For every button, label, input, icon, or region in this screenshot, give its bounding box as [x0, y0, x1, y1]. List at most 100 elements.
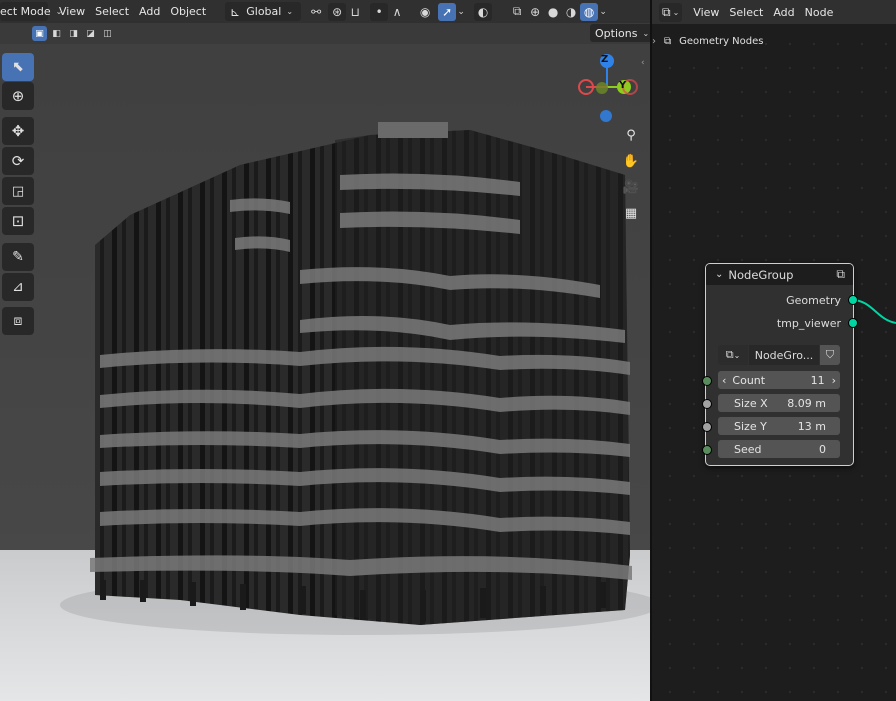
- output-tmp-viewer-socket[interactable]: [848, 318, 858, 328]
- camera-icon[interactable]: 🎥: [619, 175, 643, 199]
- group-name-field[interactable]: NodeGro...: [749, 345, 819, 365]
- input-size-x-field[interactable]: Size X 8.09 m: [718, 394, 840, 412]
- tool-transform[interactable]: ⊡: [2, 207, 34, 235]
- breadcrumb: › ⧉ Geometry Nodes: [652, 33, 764, 49]
- select-subtract-icon[interactable]: ◨: [66, 26, 81, 41]
- menu-view[interactable]: View: [54, 2, 90, 21]
- chevron-down-icon: ⌄: [642, 28, 650, 38]
- add-cube-icon: ⧈: [13, 313, 23, 329]
- tool-measure[interactable]: ⊿: [2, 273, 34, 301]
- node-tree-icon: ⧉: [725, 348, 734, 361]
- move-icon: ✥: [11, 122, 25, 140]
- selection-mode-group: ▣ ◧ ◨ ◪ ◫: [32, 26, 115, 41]
- axis-z-label: Z: [601, 54, 609, 65]
- node-editor-header: ⧉ ⌄ View Select Add Node: [652, 0, 896, 24]
- select-new-icon[interactable]: ▣: [32, 26, 47, 41]
- visibility-icon[interactable]: ◉: [416, 3, 434, 21]
- tool-add-cube[interactable]: ⧈: [2, 307, 34, 335]
- output-geometry-socket[interactable]: [848, 295, 858, 305]
- input-size-x-socket[interactable]: [702, 399, 712, 409]
- chevron-down-icon: ⌄: [733, 350, 741, 360]
- proportional-edit-icon[interactable]: •: [370, 2, 389, 21]
- menu-object[interactable]: Object: [165, 2, 211, 21]
- pan-hand-icon[interactable]: ✋: [619, 149, 643, 173]
- snap-icon[interactable]: ⊛: [328, 2, 347, 21]
- shading-solid-icon[interactable]: ●: [544, 3, 562, 21]
- tool-cursor[interactable]: ⊕: [2, 82, 34, 110]
- decrement-arrow-icon[interactable]: ‹: [722, 374, 726, 387]
- node-header[interactable]: ⌄ NodeGroup ⧉: [706, 264, 853, 285]
- transform-icon: ⊡: [11, 212, 25, 230]
- node-tree-icon: ⧉: [662, 4, 671, 19]
- perspective-grid-icon[interactable]: ▦: [619, 201, 643, 225]
- pivot-icon[interactable]: ⚯: [307, 3, 325, 21]
- editor-type-dropdown[interactable]: ⧉ ⌄: [659, 2, 683, 22]
- tool-scale[interactable]: ◲: [2, 177, 34, 205]
- ne-menu-select[interactable]: Select: [724, 3, 768, 22]
- input-size-y-value: 13 m: [797, 419, 826, 433]
- input-seed-field[interactable]: Seed 0: [718, 440, 840, 458]
- input-size-y-label: Size Y: [734, 419, 767, 433]
- mode-label: ect Mode: [0, 5, 51, 18]
- ne-menu-view[interactable]: View: [688, 3, 724, 22]
- tool-annotate[interactable]: ✎: [2, 243, 34, 271]
- input-size-y-field[interactable]: Size Y 13 m: [718, 417, 840, 435]
- chevron-down-icon: ⌄: [286, 7, 294, 16]
- orientation-icon: ⊾: [230, 4, 241, 19]
- orientation-label: Global: [246, 5, 282, 18]
- chevron-right-icon[interactable]: ›: [652, 36, 656, 47]
- input-size-x-value: 8.09 m: [787, 396, 826, 410]
- input-count-label: Count: [732, 373, 766, 387]
- tool-select-box[interactable]: ⬉: [2, 53, 34, 81]
- xray-icon[interactable]: ⧉: [508, 3, 526, 21]
- input-seed-socket[interactable]: [702, 445, 712, 455]
- node-group-icon: ⧉: [836, 267, 845, 281]
- chevron-down-icon: ⌄: [672, 7, 680, 17]
- select-extend-icon[interactable]: ◧: [49, 26, 64, 41]
- tool-rotate[interactable]: ⟳: [2, 147, 34, 175]
- node-group[interactable]: ⌄ NodeGroup ⧉ Geometry tmp_viewer ⧉ ⌄ Nod…: [702, 263, 858, 466]
- input-seed-label: Seed: [734, 442, 762, 456]
- ne-menu-node[interactable]: Node: [800, 3, 839, 22]
- input-count-field[interactable]: ‹ Count 11 ›: [718, 371, 840, 389]
- shading-wireframe-icon[interactable]: ⊕: [526, 3, 544, 21]
- node-link: [852, 299, 896, 324]
- transform-orientation-dropdown[interactable]: ⊾ Global ⌄: [225, 2, 302, 21]
- input-seed-value: 0: [819, 442, 826, 456]
- input-size-y-socket[interactable]: [702, 422, 712, 432]
- snap-target-icon[interactable]: ⊔: [346, 3, 364, 21]
- collapse-chevron-icon[interactable]: ⌄: [715, 269, 723, 280]
- menu-select[interactable]: Select: [90, 2, 134, 21]
- viewport-header: ect Mode ⌄ View Select Add Object ⊾ Globa…: [0, 0, 650, 23]
- overlays-icon[interactable]: ◐: [474, 2, 493, 21]
- input-count-socket[interactable]: [702, 376, 712, 386]
- options-dropdown[interactable]: Options ⌄: [590, 24, 650, 42]
- zoom-icon[interactable]: ⚲: [619, 123, 643, 147]
- shading-rendered-icon[interactable]: ◍: [580, 2, 599, 21]
- rotate-icon: ⟳: [11, 152, 25, 170]
- falloff-icon[interactable]: ∧: [388, 3, 406, 21]
- select-difference-icon[interactable]: ◪: [83, 26, 98, 41]
- fake-user-shield-icon[interactable]: ⛉: [820, 345, 840, 365]
- options-label: Options: [595, 26, 638, 40]
- mode-dropdown[interactable]: ect Mode ⌄: [0, 2, 62, 21]
- menu-add[interactable]: Add: [134, 2, 165, 21]
- input-count-value: 11: [810, 373, 825, 387]
- cursor-arrow-icon: ⬉: [12, 59, 24, 75]
- chevron-down-icon[interactable]: ⌄: [598, 3, 608, 21]
- input-size-x-label: Size X: [734, 396, 768, 410]
- shading-material-icon[interactable]: ◑: [562, 3, 580, 21]
- ne-menu-add[interactable]: Add: [768, 3, 799, 22]
- 3d-viewport[interactable]: ect Mode ⌄ View Select Add Object ⊾ Globa…: [0, 0, 650, 701]
- pencil-icon: ✎: [12, 249, 24, 265]
- sidebar-toggle-icon[interactable]: ‹: [641, 58, 645, 68]
- viewport-tool-settings: ▣ ◧ ◨ ◪ ◫ Options ⌄: [0, 23, 650, 44]
- tool-move[interactable]: ✥: [2, 117, 34, 145]
- gizmo-toggle-icon[interactable]: ➚: [438, 2, 457, 21]
- crosshair-icon: ⊕: [11, 87, 25, 105]
- group-browse-button[interactable]: ⧉ ⌄: [718, 345, 748, 365]
- increment-arrow-icon[interactable]: ›: [832, 374, 836, 387]
- chevron-down-icon[interactable]: ⌄: [456, 3, 466, 21]
- select-intersect-icon[interactable]: ◫: [100, 26, 115, 41]
- ruler-icon: ⊿: [12, 279, 24, 295]
